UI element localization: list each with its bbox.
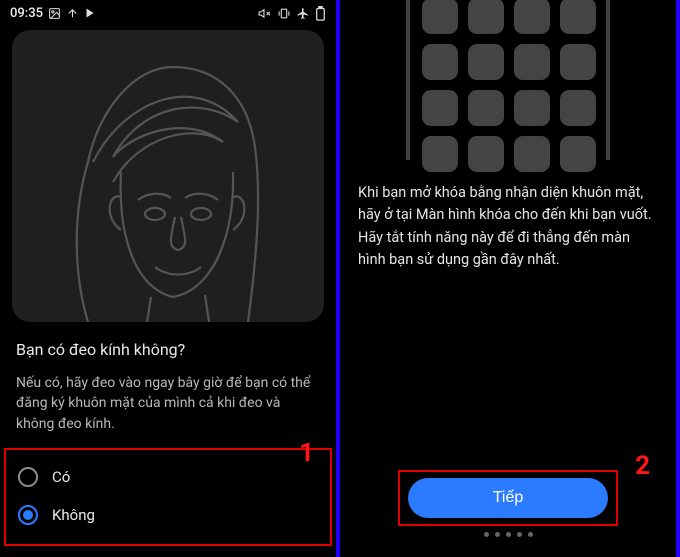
face-illustration-frame	[12, 30, 324, 322]
dot	[484, 532, 489, 537]
airplane-icon	[296, 7, 310, 20]
app-tile	[422, 136, 458, 172]
radio-label: Không	[52, 506, 95, 524]
app-tile	[422, 0, 458, 34]
status-time: 09:35	[10, 6, 43, 21]
app-tile	[422, 44, 458, 80]
vibrate-icon	[277, 7, 291, 20]
app-tile	[468, 136, 504, 172]
radio-option-no[interactable]: Không	[12, 496, 324, 534]
upload-icon	[66, 7, 79, 20]
screen-stay-on-lockscreen: Khi bạn mở khóa bằng nhận diện khuôn mặt…	[340, 0, 676, 557]
phone-illustration	[406, 0, 610, 160]
image-icon	[48, 7, 61, 20]
radio-label: Có	[52, 468, 70, 486]
app-grid-illustration	[422, 0, 594, 172]
next-button[interactable]: Tiếp	[408, 478, 608, 518]
statusbar: 09:35	[0, 0, 336, 26]
question-description: Nếu có, hãy đeo vào ngay bây giờ để bạn …	[16, 373, 320, 434]
app-tile	[468, 0, 504, 34]
glasses-question-block: Bạn có đeo kính không? Nếu có, hãy đeo v…	[0, 322, 336, 434]
screen-glasses-question: 09:35	[0, 0, 336, 557]
next-button-label: Tiếp	[493, 489, 524, 507]
mute-icon	[257, 7, 272, 20]
app-tile	[422, 90, 458, 126]
dot	[528, 532, 533, 537]
dot	[517, 532, 522, 537]
highlight-box: Tiếp	[398, 470, 618, 526]
button-zone: Tiếp	[340, 470, 676, 537]
app-tile	[514, 44, 550, 80]
page-indicator	[484, 532, 533, 537]
question-title: Bạn có đeo kính không?	[16, 340, 320, 359]
app-tile	[560, 136, 596, 172]
app-tile	[560, 44, 596, 80]
radio-icon	[18, 505, 38, 525]
glasses-radio-group: Có Không	[4, 448, 332, 546]
app-tile	[468, 90, 504, 126]
radio-option-yes[interactable]: Có	[12, 458, 324, 496]
play-icon	[84, 7, 96, 19]
app-tile	[514, 90, 550, 126]
app-tile	[560, 90, 596, 126]
radio-icon	[18, 467, 38, 487]
app-tile	[514, 0, 550, 34]
info-text: Khi bạn mở khóa bằng nhận diện khuôn mặt…	[340, 160, 676, 272]
dot	[506, 532, 511, 537]
app-tile	[514, 136, 550, 172]
annotation-label-1: 1	[299, 438, 314, 468]
app-tile	[468, 44, 504, 80]
battery-icon	[315, 6, 326, 21]
dot	[495, 532, 500, 537]
face-illustration	[43, 42, 293, 322]
app-tile	[560, 0, 596, 34]
